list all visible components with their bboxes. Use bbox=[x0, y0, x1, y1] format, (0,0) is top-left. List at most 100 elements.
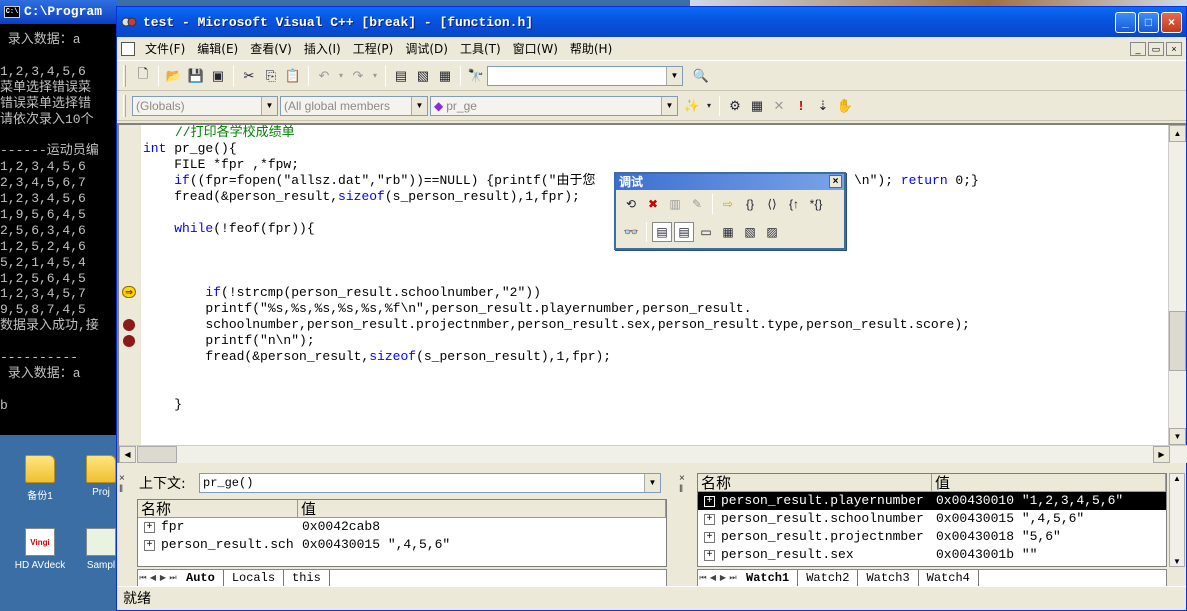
step-over-icon[interactable]: ⟨⟩ bbox=[762, 194, 782, 214]
expand-icon[interactable]: + bbox=[704, 495, 715, 507]
save-icon[interactable]: 💾 bbox=[186, 66, 206, 86]
tab-prev-icon[interactable]: ◀ bbox=[708, 573, 718, 583]
variable-row[interactable]: + fpr 0x0042cab8 bbox=[138, 518, 666, 536]
open-folder-icon[interactable]: 📂 bbox=[164, 66, 184, 86]
expand-icon[interactable]: + bbox=[704, 531, 715, 543]
minimize-button[interactable]: _ bbox=[1115, 11, 1136, 33]
window-list-icon[interactable]: ▦ bbox=[435, 66, 455, 86]
tab-next-icon[interactable]: ▶ bbox=[718, 573, 728, 583]
stop-debugging-icon[interactable]: ✖ bbox=[643, 194, 663, 214]
menu-project[interactable]: 工程(P) bbox=[347, 40, 400, 57]
watch-row[interactable]: + person_result.schoolnumber 0x00430015 "… bbox=[698, 510, 1166, 528]
scroll-up-icon[interactable]: ▲ bbox=[1170, 474, 1184, 483]
execute-icon[interactable]: ! bbox=[791, 96, 811, 116]
go-icon[interactable]: ⇣ bbox=[813, 96, 833, 116]
workspace-icon[interactable]: ▤ bbox=[391, 66, 411, 86]
context-combo[interactable]: pr_ge() ▼ bbox=[199, 473, 661, 493]
expand-icon[interactable]: + bbox=[704, 513, 715, 525]
cut-icon[interactable]: ✂ bbox=[239, 66, 259, 86]
filter-combo[interactable]: (All global members ▼ bbox=[280, 95, 428, 116]
chevron-down-icon[interactable]: ▼ bbox=[261, 96, 277, 115]
watch-row[interactable]: + person_result.projectnmber 0x00430018 "… bbox=[698, 528, 1166, 546]
find-combo[interactable]: ▼ bbox=[487, 65, 683, 86]
editor-horizontal-scrollbar[interactable]: ◀ ▶ bbox=[119, 445, 1187, 463]
expand-icon[interactable]: + bbox=[144, 539, 155, 551]
column-header-value[interactable]: 值 bbox=[298, 500, 666, 518]
panel-grip-icon[interactable]: × ‖ bbox=[679, 473, 691, 495]
editor-gutter[interactable]: ⇒ bbox=[119, 125, 141, 445]
scroll-right-icon[interactable]: ▶ bbox=[1153, 446, 1170, 463]
scroll-down-icon[interactable]: ▼ bbox=[1169, 428, 1186, 445]
console-titlebar[interactable]: C:\ C:\Program bbox=[0, 0, 118, 24]
chevron-down-icon[interactable]: ▼ bbox=[644, 474, 660, 492]
menu-window[interactable]: 窗口(W) bbox=[507, 40, 564, 57]
maximize-button[interactable]: □ bbox=[1138, 11, 1159, 33]
tab-locals[interactable]: Locals bbox=[224, 570, 285, 586]
breakpoint-icon[interactable] bbox=[123, 319, 135, 331]
panel-grip-icon[interactable]: × ‖ bbox=[119, 473, 131, 495]
redo-icon[interactable]: ↷ bbox=[348, 66, 368, 86]
tab-watch4[interactable]: Watch4 bbox=[919, 570, 979, 586]
scroll-thumb[interactable] bbox=[137, 446, 177, 463]
column-header-name[interactable]: 名称 bbox=[138, 500, 298, 518]
toolbar-grip[interactable] bbox=[123, 64, 126, 87]
mdi-restore-button[interactable]: ▭ bbox=[1148, 41, 1164, 56]
editor-vertical-scrollbar[interactable]: ▲ ▼ bbox=[1168, 125, 1186, 445]
run-to-cursor-icon[interactable]: *{} bbox=[806, 194, 826, 214]
tab-this[interactable]: this bbox=[284, 570, 330, 586]
document-icon[interactable] bbox=[121, 41, 135, 56]
find-icon[interactable]: 🔍 bbox=[691, 66, 711, 86]
variables-grid[interactable]: 名称 值 + fpr 0x0042cab8 + person_result.sch … bbox=[137, 499, 667, 567]
stop-build-icon[interactable]: ✕ bbox=[769, 96, 789, 116]
tab-last-icon[interactable]: ⏭ bbox=[168, 574, 178, 583]
toolbar-grip[interactable] bbox=[123, 94, 126, 117]
mdi-minimize-button[interactable]: _ bbox=[1130, 41, 1146, 56]
column-header-name[interactable]: 名称 bbox=[698, 474, 932, 492]
chevron-down-icon[interactable]: ▼ bbox=[661, 96, 677, 115]
member-combo[interactable]: ◆ pr_ge ▼ bbox=[430, 95, 678, 116]
save-all-icon[interactable]: ▣ bbox=[208, 66, 228, 86]
tab-watch3[interactable]: Watch3 bbox=[858, 570, 919, 586]
tab-auto[interactable]: Auto bbox=[178, 570, 224, 586]
show-next-statement-icon[interactable]: ⇨ bbox=[718, 194, 738, 214]
menu-edit[interactable]: 编辑(E) bbox=[191, 40, 244, 57]
scroll-down-icon[interactable]: ▼ bbox=[1170, 557, 1184, 566]
quickwatch-icon[interactable]: 👓 bbox=[621, 222, 641, 242]
variables-window-icon[interactable]: ▤ bbox=[674, 222, 694, 242]
compile-icon[interactable]: ⚙ bbox=[725, 96, 745, 116]
breakpoint-hand-icon[interactable]: ✋ bbox=[835, 96, 855, 116]
chevron-down-icon[interactable]: ▼ bbox=[411, 96, 427, 115]
step-into-icon[interactable]: {} bbox=[740, 194, 760, 214]
watch-row[interactable]: + person_result.playernumber 0x00430010 "… bbox=[698, 492, 1166, 510]
copy-icon[interactable]: ⎘ bbox=[261, 66, 281, 86]
paste-icon[interactable]: 📋 bbox=[283, 66, 303, 86]
desktop-icon-hdavdeck[interactable]: Vingi HD AVdeck bbox=[10, 528, 70, 571]
expand-icon[interactable]: + bbox=[704, 549, 715, 561]
desktop-icon-backup[interactable]: 备份1 bbox=[10, 455, 70, 502]
watch-row[interactable]: + person_result.sex 0x0043001b "" bbox=[698, 546, 1166, 564]
disassembly-icon[interactable]: ▨ bbox=[762, 222, 782, 242]
new-file-icon[interactable]: 🗋 bbox=[133, 66, 153, 86]
close-button[interactable]: × bbox=[1161, 11, 1182, 33]
close-icon[interactable]: × bbox=[829, 175, 842, 188]
tab-prev-icon[interactable]: ◀ bbox=[148, 573, 158, 583]
registers-icon[interactable]: ▭ bbox=[696, 222, 716, 242]
wizard-dropdown-icon[interactable]: ▾ bbox=[704, 96, 714, 116]
scroll-up-icon[interactable]: ▲ bbox=[1169, 125, 1186, 142]
tab-watch1[interactable]: Watch1 bbox=[738, 570, 799, 586]
wizard-action-icon[interactable]: ✨ bbox=[682, 96, 702, 116]
break-execution-icon[interactable]: ▥ bbox=[665, 194, 685, 214]
ide-titlebar[interactable]: test - Microsoft Visual C++ [break] - [f… bbox=[117, 7, 1186, 37]
breakpoint-icon[interactable] bbox=[123, 335, 135, 347]
call-stack-icon[interactable]: ▧ bbox=[740, 222, 760, 242]
restart-icon[interactable]: ⟲ bbox=[621, 194, 641, 214]
menu-debug[interactable]: 调试(D) bbox=[399, 40, 454, 57]
menu-file[interactable]: 文件(F) bbox=[139, 40, 191, 57]
scroll-left-icon[interactable]: ◀ bbox=[119, 446, 136, 463]
memory-icon[interactable]: ▦ bbox=[718, 222, 738, 242]
menu-tools[interactable]: 工具(T) bbox=[454, 40, 507, 57]
apply-code-changes-icon[interactable]: ✎ bbox=[687, 194, 707, 214]
tab-next-icon[interactable]: ▶ bbox=[158, 573, 168, 583]
watch-grid[interactable]: 名称 值 + person_result.playernumber 0x00430… bbox=[697, 473, 1167, 567]
chevron-down-icon[interactable]: ▼ bbox=[666, 66, 682, 85]
